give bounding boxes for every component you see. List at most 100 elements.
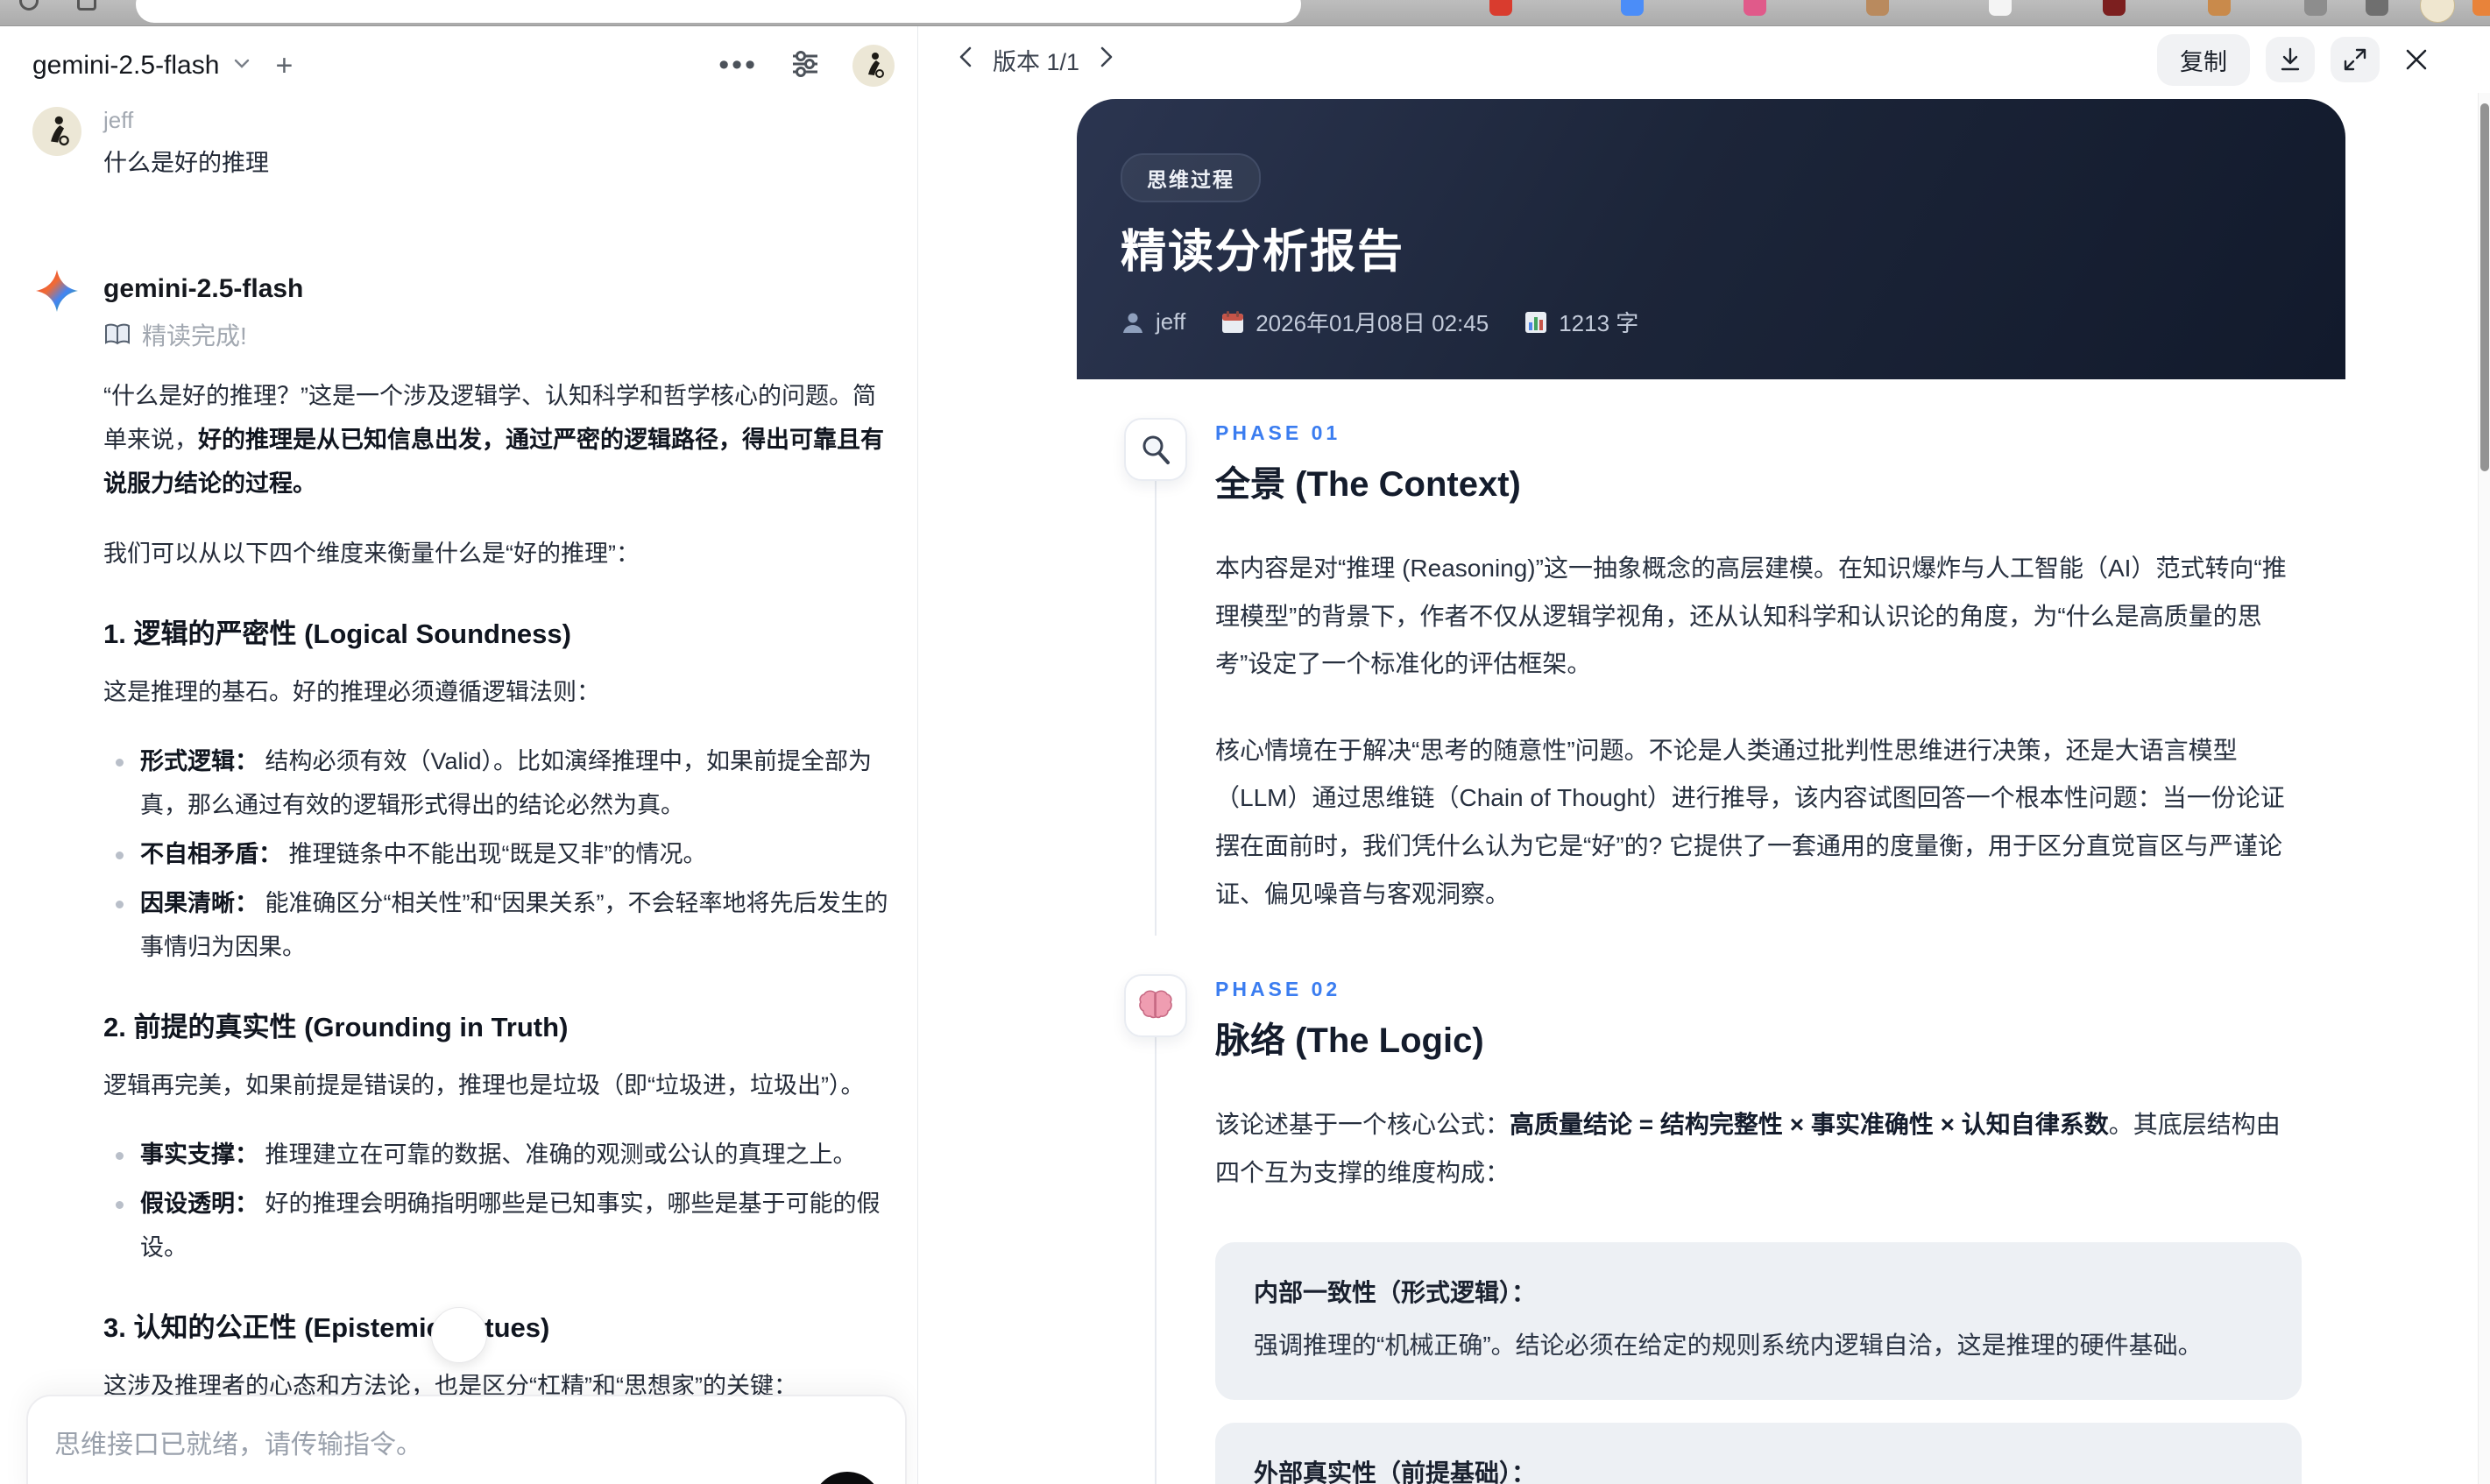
extension-icon[interactable] [1489,0,1512,16]
card-title: 内部一致性（形式逻辑）： [1254,1279,1537,1307]
bullet-list: 事实支撑： 推理建立在可靠的数据、准确的观测或公认的真理之上。 假设透明： 好的… [103,1134,896,1270]
screen: gemini-2.5-flash + ••• jeff 什么是好的推理 gemi… [0,0,2490,1484]
settings-sliders-icon[interactable] [788,46,823,86]
extension-icon[interactable] [1989,0,2012,16]
paragraph: 我们可以从以下四个维度来衡量什么是“好的推理”： [103,541,640,568]
list-item: 因果清晰： 能准确区分“相关性”和“因果关系”，不会轻率地将先后发生的事情归为因… [103,882,896,970]
paragraph: 该论述基于一个核心公式：高质量结论 = 结构完整性 × 事实准确性 × 认知自律… [1215,1111,2281,1186]
paragraph: 这是推理的基石。好的推理必须遵循逻辑法则： [103,678,600,705]
fullscreen-button[interactable] [2331,37,2380,82]
paragraph: “什么是好的推理？”这是一个涉及逻辑学、认知科学和哲学核心的问题。简单来说，好的… [103,383,884,498]
report-word-count: 1213 字 [1524,306,1638,338]
more-options-icon[interactable]: ••• [718,51,758,80]
report-badge: 思维过程 [1121,153,1261,202]
extension-icon[interactable] [2103,0,2126,16]
extension-icon[interactable] [1866,0,1889,16]
logic-cards: 内部一致性（形式逻辑）： 强调推理的“机械正确”。结论必须在给定的规则系统内逻辑… [1215,1242,2302,1484]
user-message: jeff 什么是好的推理 [32,107,883,182]
gemini-logo-icon [32,266,81,315]
chat-messages: jeff 什么是好的推理 gemini-2.5-flash 精读完成! “什么是… [0,89,917,1484]
extension-icon[interactable] [1621,0,1644,16]
scroll-to-bottom-button[interactable] [431,1307,487,1363]
model-selector[interactable]: gemini-2.5-flash [32,51,219,81]
list-item: 假设透明： 好的推理会明确指明哪些是已知事实，哪些是基于可能的假设。 [103,1183,896,1270]
calendar-icon [1222,310,1244,333]
list-item: 不自相矛盾： 推理链条中不能出现“既是又非”的情况。 [103,833,896,877]
browser-profile-avatar[interactable] [2420,0,2455,23]
extension-icon[interactable] [2208,0,2231,16]
extension-icon[interactable] [2366,0,2388,16]
extension-icon[interactable] [2472,0,2490,16]
user-avatar[interactable] [852,45,895,87]
paragraph: 核心情境在于解决“思考的随意性”问题。不论是人类通过批判性思维进行决策，还是大语… [1215,736,2285,908]
artifact-header: 版本 1/1 复制 [919,26,2490,93]
section-heading: 3. 认知的公正性 (Epistemic Virtues) [103,1312,550,1344]
assistant-message: gemini-2.5-flash 精读完成! “什么是好的推理？”这是一个涉及逻… [32,266,888,1484]
copy-button[interactable]: 复制 [2157,33,2250,86]
report-date: 2026年01月08日 02:45 [1220,306,1489,338]
paragraph: 本内容是对“推理 (Reasoning)”这一抽象概念的高层建模。在知识爆炸与人… [1215,555,2287,678]
report-body: PHASE 01 全景 (The Context) 本内容是对“推理 (Reas… [1077,379,2345,1484]
report-title: 精读分析报告 [1121,227,1405,278]
new-chat-button[interactable]: + [275,51,293,81]
scrollbar-thumb[interactable] [2480,103,2489,471]
bar-chart-icon [1525,311,1547,333]
phase-label: PHASE 01 [1215,421,1341,444]
phase-section: PHASE 02 脉络 (The Logic) 该论述基于一个核心公式：高质量结… [1124,974,2345,1484]
arrow-down-icon [447,1323,471,1347]
logic-card: 外部真实性（前提基础）： 强调推理的“经验校准”。解决“GIGO（垃圾进，垃圾出… [1215,1423,2302,1484]
chat-pane: gemini-2.5-flash + ••• jeff 什么是好的推理 gemi… [0,26,918,1484]
extension-icon[interactable] [1744,0,1766,16]
composer-placeholder: 思维接口已就绪，请传输指令。 [54,1431,422,1459]
magnifier-icon [1124,418,1187,481]
close-button[interactable] [2395,39,2437,81]
phase-title: 全景 (The Context) [1215,465,1521,504]
section-heading: 2. 前提的真实性 (Grounding in Truth) [103,1012,569,1043]
phase-timeline [1124,418,1215,936]
bullet-list: 形式逻辑： 结构必须有效（Valid）。比如演绎推理中，如果前提全部为真，那么通… [103,740,896,970]
paragraph: 逻辑再完美，如果前提是错误的，推理也是垃圾（即“垃圾进，垃圾出”）。 [103,1071,865,1099]
browser-toolbar [0,0,2490,26]
card-title: 外部真实性（前提基础）： [1254,1459,1537,1484]
book-icon [105,324,130,345]
extension-icon[interactable] [2304,0,2327,16]
expand-icon [2344,48,2366,71]
assistant-markdown: “什么是好的推理？”这是一个涉及逻辑学、认知科学和哲学核心的问题。简单来说，好的… [103,375,896,1484]
scrollbar-track[interactable] [2478,93,2490,1484]
version-navigator: 版本 1/1 [956,43,1116,77]
browser-back-icon[interactable] [19,0,39,11]
list-item: 事实支撑： 推理建立在可靠的数据、准确的观测或公认的真理之上。 [103,1134,896,1177]
assistant-status: 精读完成! [103,317,883,352]
brain-icon [1124,974,1187,1038]
chat-header: gemini-2.5-flash + ••• [0,26,917,89]
section-heading: 1. 逻辑的严密性 (Logical Soundness) [103,618,571,650]
version-label: 版本 1/1 [993,48,1080,75]
report-author: jeff [1121,308,1185,336]
card-body: 强调推理的“机械正确”。结论必须在给定的规则系统内逻辑自洽，这是推理的硬件基础。 [1254,1332,2203,1360]
user-message-text: 什么是好的推理 [103,150,269,177]
phase-section: PHASE 01 全景 (The Context) 本内容是对“推理 (Reas… [1124,418,2345,936]
phase-timeline [1124,974,1215,1484]
document-scroll-area[interactable]: 思维过程 精读分析报告 jeff 2026年01月08日 02:45 1213 … [919,93,2478,1484]
phase-title: 脉络 (The Logic) [1215,1021,1484,1061]
download-button[interactable] [2266,37,2315,82]
avatar [32,107,81,156]
prev-version-icon[interactable] [956,45,975,74]
chevron-down-icon[interactable] [231,53,252,80]
report-meta: jeff 2026年01月08日 02:45 1213 字 [1121,306,1638,338]
phase-label: PHASE 02 [1215,978,1341,1001]
report-hero: 思维过程 精读分析报告 jeff 2026年01月08日 02:45 1213 … [1077,99,2345,379]
app-window: gemini-2.5-flash + ••• jeff 什么是好的推理 gemi… [0,26,2490,1484]
user-name: jeff [103,107,134,133]
download-icon [2281,47,2300,71]
person-icon [1123,313,1142,333]
browser-apps-icon[interactable] [77,0,96,11]
artifact-pane: 版本 1/1 复制 思维过程 精读分析报告 jeff 2026年01月08日 0… [919,26,2490,1484]
next-version-icon[interactable] [1097,45,1116,74]
close-icon [2406,49,2427,70]
message-composer[interactable]: 思维接口已就绪，请传输指令。 [26,1395,907,1484]
voice-input-button[interactable] [812,1472,882,1484]
address-bar[interactable] [136,0,1301,23]
analysis-report-card: 思维过程 精读分析报告 jeff 2026年01月08日 02:45 1213 … [1077,99,2345,1484]
list-item: 形式逻辑： 结构必须有效（Valid）。比如演绎推理中，如果前提全部为真，那么通… [103,740,896,828]
